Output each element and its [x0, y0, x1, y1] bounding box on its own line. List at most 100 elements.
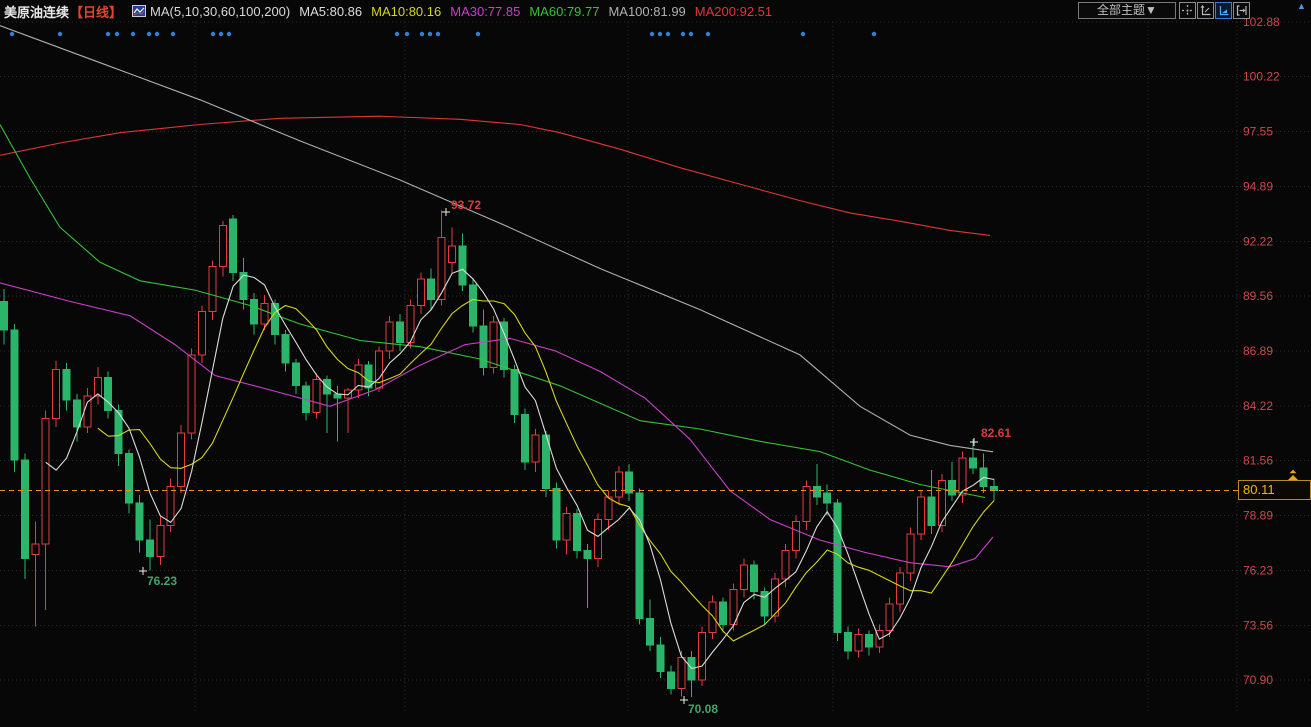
candle-down	[459, 246, 466, 285]
last-price-badge: 80.11	[1238, 480, 1311, 500]
event-dot	[872, 32, 876, 36]
candle-down	[990, 487, 997, 491]
candle-down	[146, 540, 153, 557]
candle-down	[73, 400, 80, 427]
candle-up	[313, 380, 320, 413]
candle-down	[928, 497, 935, 526]
candle-up	[344, 390, 351, 398]
ma-line-MA200	[0, 116, 990, 235]
candle-down	[271, 304, 278, 335]
axis-top-arrow-icon[interactable]: ▲	[1297, 1, 1306, 11]
candle-down	[397, 322, 404, 343]
candle-down	[584, 550, 591, 558]
event-dot	[658, 32, 662, 36]
last-price-value: 80.11	[1243, 482, 1275, 497]
event-dot	[428, 32, 432, 36]
event-dot	[211, 32, 215, 36]
event-dot	[171, 32, 175, 36]
event-dot	[689, 32, 693, 36]
ma5-value: MA5:80.86	[299, 4, 362, 19]
event-dot	[155, 32, 159, 36]
candle-down	[126, 454, 133, 503]
candle-up	[605, 497, 612, 520]
candle-up	[42, 419, 49, 545]
candle-down	[251, 299, 258, 324]
candle-up	[532, 435, 539, 462]
event-dot	[706, 32, 710, 36]
extreme-price-label: 93.72	[451, 198, 481, 212]
candle-down	[428, 279, 435, 300]
indicator-chart-icon[interactable]	[132, 5, 146, 17]
candle-up	[803, 487, 810, 522]
price-tick-label: 81.56	[1243, 454, 1273, 468]
ma-line-MA5	[46, 269, 994, 668]
candle-up	[563, 513, 570, 540]
candle-up	[897, 573, 904, 604]
candle-down	[667, 672, 674, 689]
candle-down	[845, 633, 852, 652]
candle-down	[949, 480, 956, 494]
candle-up	[918, 497, 925, 534]
event-dot	[219, 32, 223, 36]
candle-down	[574, 513, 581, 550]
ma60-value: MA60:79.77	[529, 4, 599, 19]
event-dot	[405, 32, 409, 36]
candle-down	[970, 458, 977, 468]
event-dot	[436, 32, 440, 36]
event-dot	[147, 32, 151, 36]
candlestick-chart[interactable]: 93.7282.6176.2370.08102.88100.2297.5594.…	[0, 0, 1311, 727]
candle-up	[188, 355, 195, 433]
candle-down	[292, 363, 299, 386]
extreme-cross-marker	[139, 567, 147, 575]
price-tick-label: 97.55	[1243, 125, 1273, 139]
candle-down	[720, 602, 727, 625]
price-tick-label: 89.56	[1243, 289, 1273, 303]
candle-up	[199, 312, 206, 355]
event-dots-layer	[10, 32, 876, 36]
price-axis: 102.88100.2297.5594.8992.2289.5686.8984.…	[1243, 15, 1280, 687]
candle-up	[594, 520, 601, 559]
candle-down	[522, 415, 529, 462]
candle-up	[261, 304, 268, 325]
candle-down	[636, 493, 643, 619]
candle-up	[855, 635, 862, 652]
candle-up	[782, 550, 789, 579]
candle-up	[32, 544, 39, 554]
ma200-value: MA200:92.51	[695, 4, 772, 19]
candle-up	[886, 604, 893, 631]
candle-down	[626, 472, 633, 493]
chart-header: 美原油连续 【日线】 MA(5,10,30,60,100,200) MA5:80…	[0, 0, 1311, 22]
candle-down	[1, 301, 8, 330]
candle-up	[178, 433, 185, 487]
candle-up	[615, 472, 622, 497]
candle-up	[792, 522, 799, 551]
event-dot	[681, 32, 685, 36]
trading-chart-window: 93.7282.6176.2370.08102.88100.2297.5594.…	[0, 0, 1311, 727]
candle-down	[834, 503, 841, 633]
ma10-value: MA10:80.16	[371, 4, 441, 19]
ma30-value: MA30:77.85	[450, 4, 520, 19]
candle-down	[136, 503, 143, 540]
candle-up	[417, 279, 424, 306]
candle-up	[209, 266, 216, 311]
candle-down	[469, 285, 476, 326]
candle-up	[386, 322, 393, 351]
candle-up	[490, 322, 497, 367]
candle-up	[699, 633, 706, 680]
extreme-cross-marker	[680, 696, 688, 704]
event-dot	[476, 32, 480, 36]
period-tag: 【日线】	[70, 2, 122, 21]
event-dot	[106, 32, 110, 36]
extreme-cross-marker	[442, 208, 450, 216]
price-tick-label: 84.22	[1243, 399, 1273, 413]
event-dot	[801, 32, 805, 36]
candle-down	[647, 618, 654, 645]
candle-up	[219, 225, 226, 266]
price-tick-label: 94.89	[1243, 179, 1273, 193]
grid-lines	[0, 22, 1311, 712]
candle-up	[449, 246, 456, 263]
price-tick-label: 78.89	[1243, 509, 1273, 523]
extreme-cross-marker	[970, 438, 978, 446]
candle-up	[157, 526, 164, 557]
price-tick-label: 92.22	[1243, 234, 1273, 248]
